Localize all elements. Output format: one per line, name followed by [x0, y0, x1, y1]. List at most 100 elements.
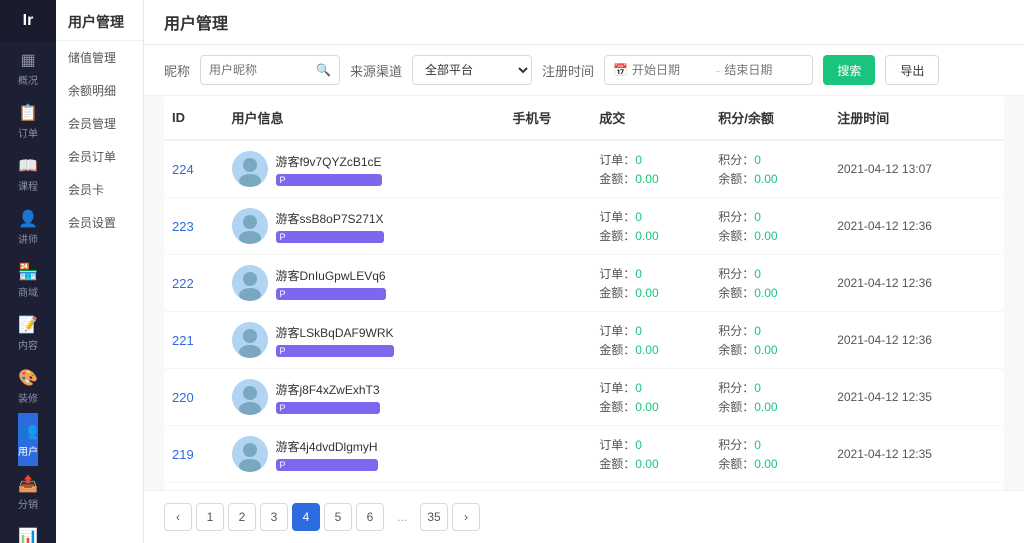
order-count-val: 0: [635, 267, 642, 281]
balance-val: 0.00: [754, 172, 777, 186]
user-id[interactable]: 221: [164, 312, 224, 369]
points-cell: 积分：0 余额：0.00: [710, 369, 829, 426]
sidebar-label-distribute: 分销: [18, 496, 38, 511]
order-cell: 订单：0 金额：0.00: [591, 483, 710, 491]
page-btn-4[interactable]: 4: [292, 503, 320, 531]
table-row[interactable]: 219 游客4j4dvdDlgmyH P 订单：0 金额：0.00 积分：0 余…: [164, 426, 1004, 483]
user-name[interactable]: 游客j8F4xZwExhT3: [276, 381, 380, 398]
search-button[interactable]: 搜索: [823, 55, 875, 85]
user-id[interactable]: 224: [164, 140, 224, 198]
user-id[interactable]: 219: [164, 426, 224, 483]
avatar: [232, 151, 268, 187]
order-amount-val: 0.00: [635, 343, 658, 357]
calendar-icon: 📅: [613, 63, 628, 77]
reg-time-cell: 2021-04-12 12:36: [829, 198, 1004, 255]
user-id[interactable]: 223: [164, 198, 224, 255]
date-range-picker[interactable]: 📅 -: [604, 55, 813, 85]
source-select[interactable]: 全部平台微信APPH5小程序: [412, 55, 532, 85]
sidebar-item-decorate[interactable]: 🎨装修: [18, 360, 38, 413]
table-row[interactable]: 223 游客ssB8oP7S271X P 订单：0 金额：0.00 积分：0 余…: [164, 198, 1004, 255]
order-info: 订单：0 金额：0.00: [599, 322, 702, 358]
order-info: 订单：0 金额：0.00: [599, 379, 702, 415]
sidebar-item-teacher[interactable]: 👤讲师: [18, 201, 38, 254]
user-details: 游客ssB8oP7S271X P: [276, 210, 384, 243]
order-amount: 金额：0.00: [599, 170, 702, 187]
order-count: 订单：0: [599, 265, 702, 282]
pagination-next[interactable]: ›: [452, 503, 480, 531]
sidebar-item-distribute[interactable]: 📤分销: [18, 466, 38, 519]
table-row[interactable]: 221 游客LSkBqDAF9WRK P 订单：0 金额：0.00 积分：0 余…: [164, 312, 1004, 369]
pagination-prev[interactable]: ‹: [164, 503, 192, 531]
order-amount: 金额：0.00: [599, 227, 702, 244]
user-id-value[interactable]: 219: [172, 447, 194, 462]
sub-sidebar-item-member-settings[interactable]: 会员设置: [56, 206, 143, 239]
sidebar-item-overview[interactable]: ▦概况: [18, 42, 38, 95]
content-icon: 📝: [18, 315, 38, 335]
user-name[interactable]: 游客DnIuGpwLEVq6: [276, 267, 386, 284]
sidebar-item-content[interactable]: 📝内容: [18, 307, 38, 360]
user-id-value[interactable]: 222: [172, 276, 194, 291]
col-手机号: 手机号: [504, 96, 591, 140]
points-label: 积分：0: [718, 265, 821, 282]
sidebar-item-order[interactable]: 📋订单: [18, 95, 38, 148]
user-id[interactable]: 222: [164, 255, 224, 312]
user-info-cell: 游客ssB8oP7S271X P: [224, 198, 505, 255]
page-btn-6[interactable]: 6: [356, 503, 384, 531]
user-badge: P: [276, 288, 386, 300]
page-btn-5[interactable]: 5: [324, 503, 352, 531]
sub-sidebar-item-store[interactable]: 储值管理: [56, 41, 143, 74]
user-info: 游客j8F4xZwExhT3 P: [232, 379, 497, 415]
sidebar-item-data[interactable]: 📊数据: [18, 519, 38, 543]
user-badge: P: [276, 231, 384, 243]
sub-sidebar-item-balance[interactable]: 余额明细: [56, 74, 143, 107]
user-id[interactable]: 220: [164, 369, 224, 426]
sub-sidebar: 用户管理 储值管理余额明细会员管理会员订单会员卡会员设置: [56, 0, 144, 543]
order-cell: 订单：0 金额：0.00: [591, 312, 710, 369]
user-name[interactable]: 游客4j4dvdDlgmyH: [276, 438, 378, 455]
user-name[interactable]: 游客ssB8oP7S271X: [276, 210, 384, 227]
teacher-icon: 👤: [18, 209, 38, 229]
date-separator: -: [716, 63, 720, 78]
table-row[interactable]: 220 游客j8F4xZwExhT3 P 订单：0 金额：0.00 积分：0 余…: [164, 369, 1004, 426]
sidebar-item-mall[interactable]: 🏪商域: [18, 254, 38, 307]
user-name[interactable]: 游客LSkBqDAF9WRK: [276, 324, 394, 341]
date-end-input[interactable]: [724, 63, 804, 77]
user-id-value[interactable]: 223: [172, 219, 194, 234]
points-info: 积分：0 余额：0.00: [718, 208, 821, 244]
user-name[interactable]: 游客f9v7QYZcB1cE: [276, 153, 382, 170]
user-id[interactable]: 218: [164, 483, 224, 491]
table-row[interactable]: 222 游客DnIuGpwLEVq6 P 订单：0 金额：0.00 积分：0 余…: [164, 255, 1004, 312]
points-cell: 积分：0 余额：0.00: [710, 426, 829, 483]
nickname-input-wrapper[interactable]: 🔍: [200, 55, 340, 85]
phone-cell: [504, 140, 591, 198]
page-btn-2[interactable]: 2: [228, 503, 256, 531]
phone-cell: [504, 255, 591, 312]
sidebar-item-course[interactable]: 📖课程: [18, 148, 38, 201]
order-count-val: 0: [635, 210, 642, 224]
user-id-value[interactable]: 224: [172, 162, 194, 177]
nickname-input[interactable]: [209, 63, 312, 77]
sidebar-item-user[interactable]: 👥用户: [18, 413, 38, 466]
sub-sidebar-item-member[interactable]: 会员管理: [56, 107, 143, 140]
order-amount: 金额：0.00: [599, 341, 702, 358]
table-row[interactable]: 224 游客f9v7QYZcB1cE P 订单：0 金额：0.00 积分：0 余…: [164, 140, 1004, 198]
col-ID: ID: [164, 96, 224, 140]
page-btn-3[interactable]: 3: [260, 503, 288, 531]
user-details: 游客DnIuGpwLEVq6 P: [276, 267, 386, 300]
order-amount-val: 0.00: [635, 400, 658, 414]
sidebar-label-overview: 概况: [18, 72, 38, 87]
pagination: ‹ 123456...35 ›: [144, 490, 1024, 543]
page-btn-35[interactable]: 35: [420, 503, 448, 531]
order-amount-val: 0.00: [635, 172, 658, 186]
user-icon: 👥: [18, 421, 38, 441]
sub-sidebar-item-member-order[interactable]: 会员订单: [56, 140, 143, 173]
user-id-value[interactable]: 220: [172, 390, 194, 405]
export-button[interactable]: 导出: [885, 55, 939, 85]
page-btn-1[interactable]: 1: [196, 503, 224, 531]
phone-cell: [504, 483, 591, 491]
date-start-input[interactable]: [632, 63, 712, 77]
user-id-value[interactable]: 221: [172, 333, 194, 348]
sub-sidebar-item-member-card[interactable]: 会员卡: [56, 173, 143, 206]
table-row[interactable]: 218 游客OLtYm0E2qx4m P 订单：0 金额：0.00 积分：0 余…: [164, 483, 1004, 491]
balance-label: 余额：0.00: [718, 341, 821, 358]
